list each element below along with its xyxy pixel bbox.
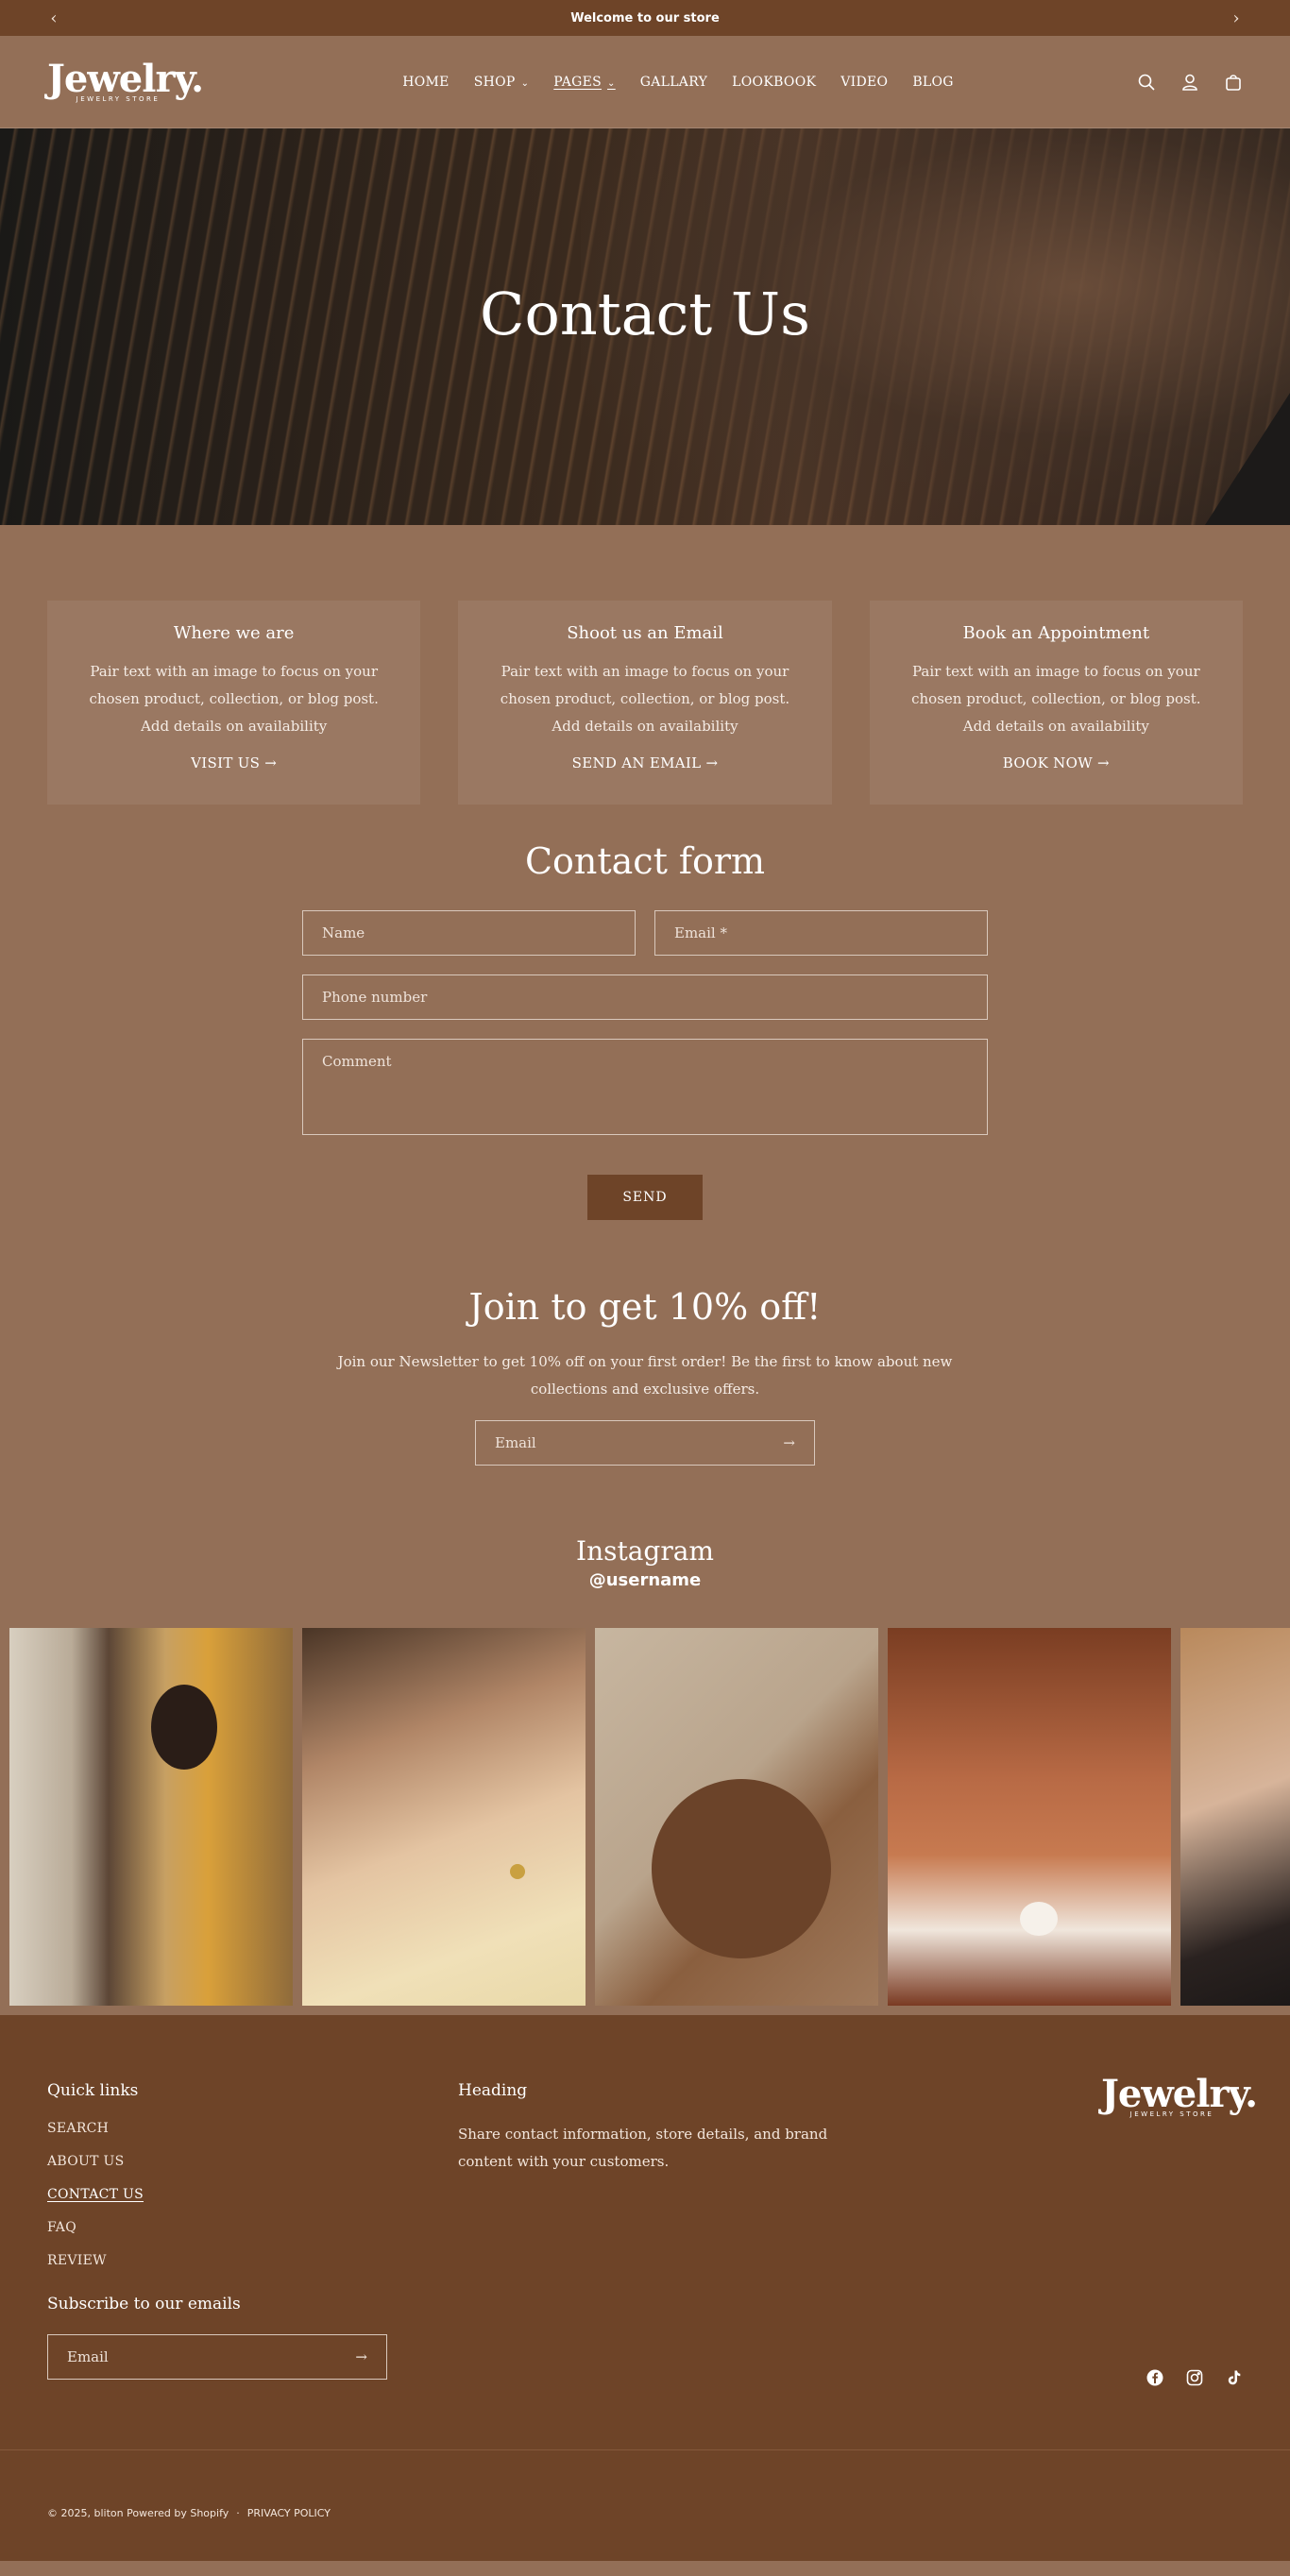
arrow-right-icon[interactable]: → — [355, 2348, 367, 2365]
brand-name: Jewelry. — [47, 57, 204, 101]
privacy-policy-link[interactable]: PRIVACY POLICY — [247, 2507, 331, 2519]
name-field[interactable]: Name — [302, 910, 636, 956]
newsletter-email-placeholder: Email — [495, 1434, 536, 1451]
card-text: Pair text with an image to focus on your… — [911, 663, 1201, 735]
chevron-down-icon: ⌄ — [607, 77, 616, 89]
contact-form-title: Contact form — [524, 840, 766, 882]
brand-logo[interactable]: Jewelry. JEWELRY STORE — [47, 57, 204, 103]
photo-detail — [1020, 1902, 1058, 1936]
announcement-bar: ‹ Welcome to our store › — [0, 0, 1290, 36]
copyright-text: © 2025, bliton Powered by Shopify — [47, 2507, 229, 2519]
quick-links-list: SEARCH ABOUT US CONTACT US FAQ REVIEW — [47, 2121, 458, 2268]
instagram-section: Instagram @username — [0, 1466, 1290, 2006]
instagram-photo[interactable] — [595, 1628, 878, 2006]
nav-item-blog[interactable]: BLOG — [912, 75, 953, 90]
card-title: Where we are — [173, 623, 295, 643]
nav-item-pages-label: PAGES — [553, 74, 603, 90]
send-email-link[interactable]: SEND AN EMAIL → — [572, 754, 719, 771]
facebook-icon[interactable] — [1146, 2369, 1163, 2386]
info-card-appointment: Book an Appointment Pair text with an im… — [869, 601, 1243, 805]
info-card-location: Where we are Pair text with an image to … — [47, 601, 421, 805]
account-icon[interactable] — [1180, 73, 1199, 92]
footer-bottom: © 2025, bliton Powered by Shopify · PRIVAC… — [0, 2449, 1290, 2519]
photo-detail — [652, 1779, 831, 1958]
footer-email-placeholder: Email — [67, 2348, 109, 2365]
instagram-icon[interactable] — [1186, 2369, 1203, 2386]
card-text: Pair text with an image to focus on your… — [89, 663, 379, 735]
instagram-photo[interactable] — [1180, 1628, 1290, 2006]
quick-links-heading: Quick links — [47, 2081, 139, 2100]
instagram-photo[interactable] — [9, 1628, 293, 2006]
card-text: Pair text with an image to focus on your… — [500, 663, 790, 735]
newsletter-title: Join to get 10% off! — [468, 1286, 822, 1328]
tiktok-icon[interactable] — [1226, 2369, 1243, 2386]
header-icons — [1137, 73, 1243, 92]
newsletter-email-input[interactable]: Email → — [475, 1420, 815, 1466]
instagram-title: Instagram — [576, 1535, 714, 1567]
footer-link-faq[interactable]: FAQ — [47, 2220, 458, 2235]
email-field[interactable]: Email * — [654, 910, 988, 956]
nav-item-shop[interactable]: SHOP ⌄ — [474, 75, 530, 90]
footer-email-input[interactable]: Email → — [47, 2334, 387, 2380]
footer-separator: · — [236, 2507, 240, 2519]
contact-form-section: Contact form Name Email * Phone number C… — [0, 805, 1290, 1220]
visit-us-link[interactable]: VISIT US → — [191, 754, 277, 771]
card-title: Book an Appointment — [962, 623, 1150, 643]
card-title: Shoot us an Email — [567, 623, 723, 643]
contact-form: Name Email * Phone number Comment SEND — [302, 910, 988, 1220]
nav-item-lookbook[interactable]: LOOKBOOK — [732, 75, 816, 90]
footer-link-review[interactable]: REVIEW — [47, 2253, 458, 2268]
social-links — [1146, 2369, 1243, 2386]
search-icon[interactable] — [1137, 73, 1156, 92]
footer-info-heading: Heading — [458, 2081, 528, 2100]
chevron-down-icon: ⌄ — [520, 77, 530, 89]
instagram-photo[interactable] — [302, 1628, 586, 2006]
announcement-prev-button[interactable]: ‹ — [47, 8, 60, 28]
instagram-username[interactable]: @username — [0, 1570, 1290, 1590]
site-footer: Quick links SEARCH ABOUT US CONTACT US F… — [0, 2015, 1290, 2561]
subscribe-heading: Subscribe to our emails — [47, 2295, 241, 2313]
send-button[interactable]: SEND — [587, 1175, 703, 1220]
instagram-photo[interactable] — [888, 1628, 1171, 2006]
footer-link-contact[interactable]: CONTACT US — [47, 2187, 458, 2202]
book-now-link[interactable]: BOOK NOW → — [1003, 754, 1110, 771]
site-header: Jewelry. JEWELRY STORE HOME SHOP ⌄ PAGES ⌄… — [0, 36, 1290, 128]
footer-link-about[interactable]: ABOUT US — [47, 2154, 458, 2169]
footer-subscribe: Subscribe to our emails Email → — [47, 2295, 458, 2380]
nav-item-gallary[interactable]: GALLARY — [640, 75, 707, 90]
footer-info-text: Share contact information, store details… — [458, 2126, 828, 2170]
newsletter-section: Join to get 10% off! Join our Newsletter… — [0, 1220, 1290, 1466]
nav-item-shop-label: SHOP — [473, 74, 516, 90]
page-title: Contact Us — [480, 280, 810, 348]
announcement-text: Welcome to our store — [570, 10, 720, 25]
footer-logo[interactable]: Jewelry. JEWELRY STORE — [1101, 2072, 1258, 2118]
photo-detail — [151, 1685, 217, 1770]
newsletter-text: Join our Newsletter to get 10% off on yo… — [337, 1353, 953, 1398]
hero-banner: Contact Us — [0, 128, 1290, 525]
info-card-email: Shoot us an Email Pair text with an imag… — [458, 601, 832, 805]
instagram-gallery — [0, 1628, 1290, 2006]
comment-field[interactable]: Comment — [302, 1039, 988, 1135]
nav-item-pages[interactable]: PAGES ⌄ — [553, 75, 615, 90]
announcement-next-button[interactable]: › — [1230, 8, 1243, 28]
nav-item-video[interactable]: VIDEO — [840, 75, 888, 90]
cart-icon[interactable] — [1224, 73, 1243, 92]
arrow-right-icon[interactable]: → — [783, 1434, 795, 1451]
phone-field[interactable]: Phone number — [302, 974, 988, 1020]
info-cards: Where we are Pair text with an image to … — [0, 525, 1290, 805]
nav-item-home[interactable]: HOME — [402, 75, 449, 90]
photo-detail — [510, 1864, 525, 1879]
main-nav: HOME SHOP ⌄ PAGES ⌄ GALLARY LOOKBOOK VIDEO… — [402, 75, 954, 90]
footer-brand-name: Jewelry. — [1101, 2072, 1258, 2116]
footer-link-search[interactable]: SEARCH — [47, 2121, 458, 2136]
